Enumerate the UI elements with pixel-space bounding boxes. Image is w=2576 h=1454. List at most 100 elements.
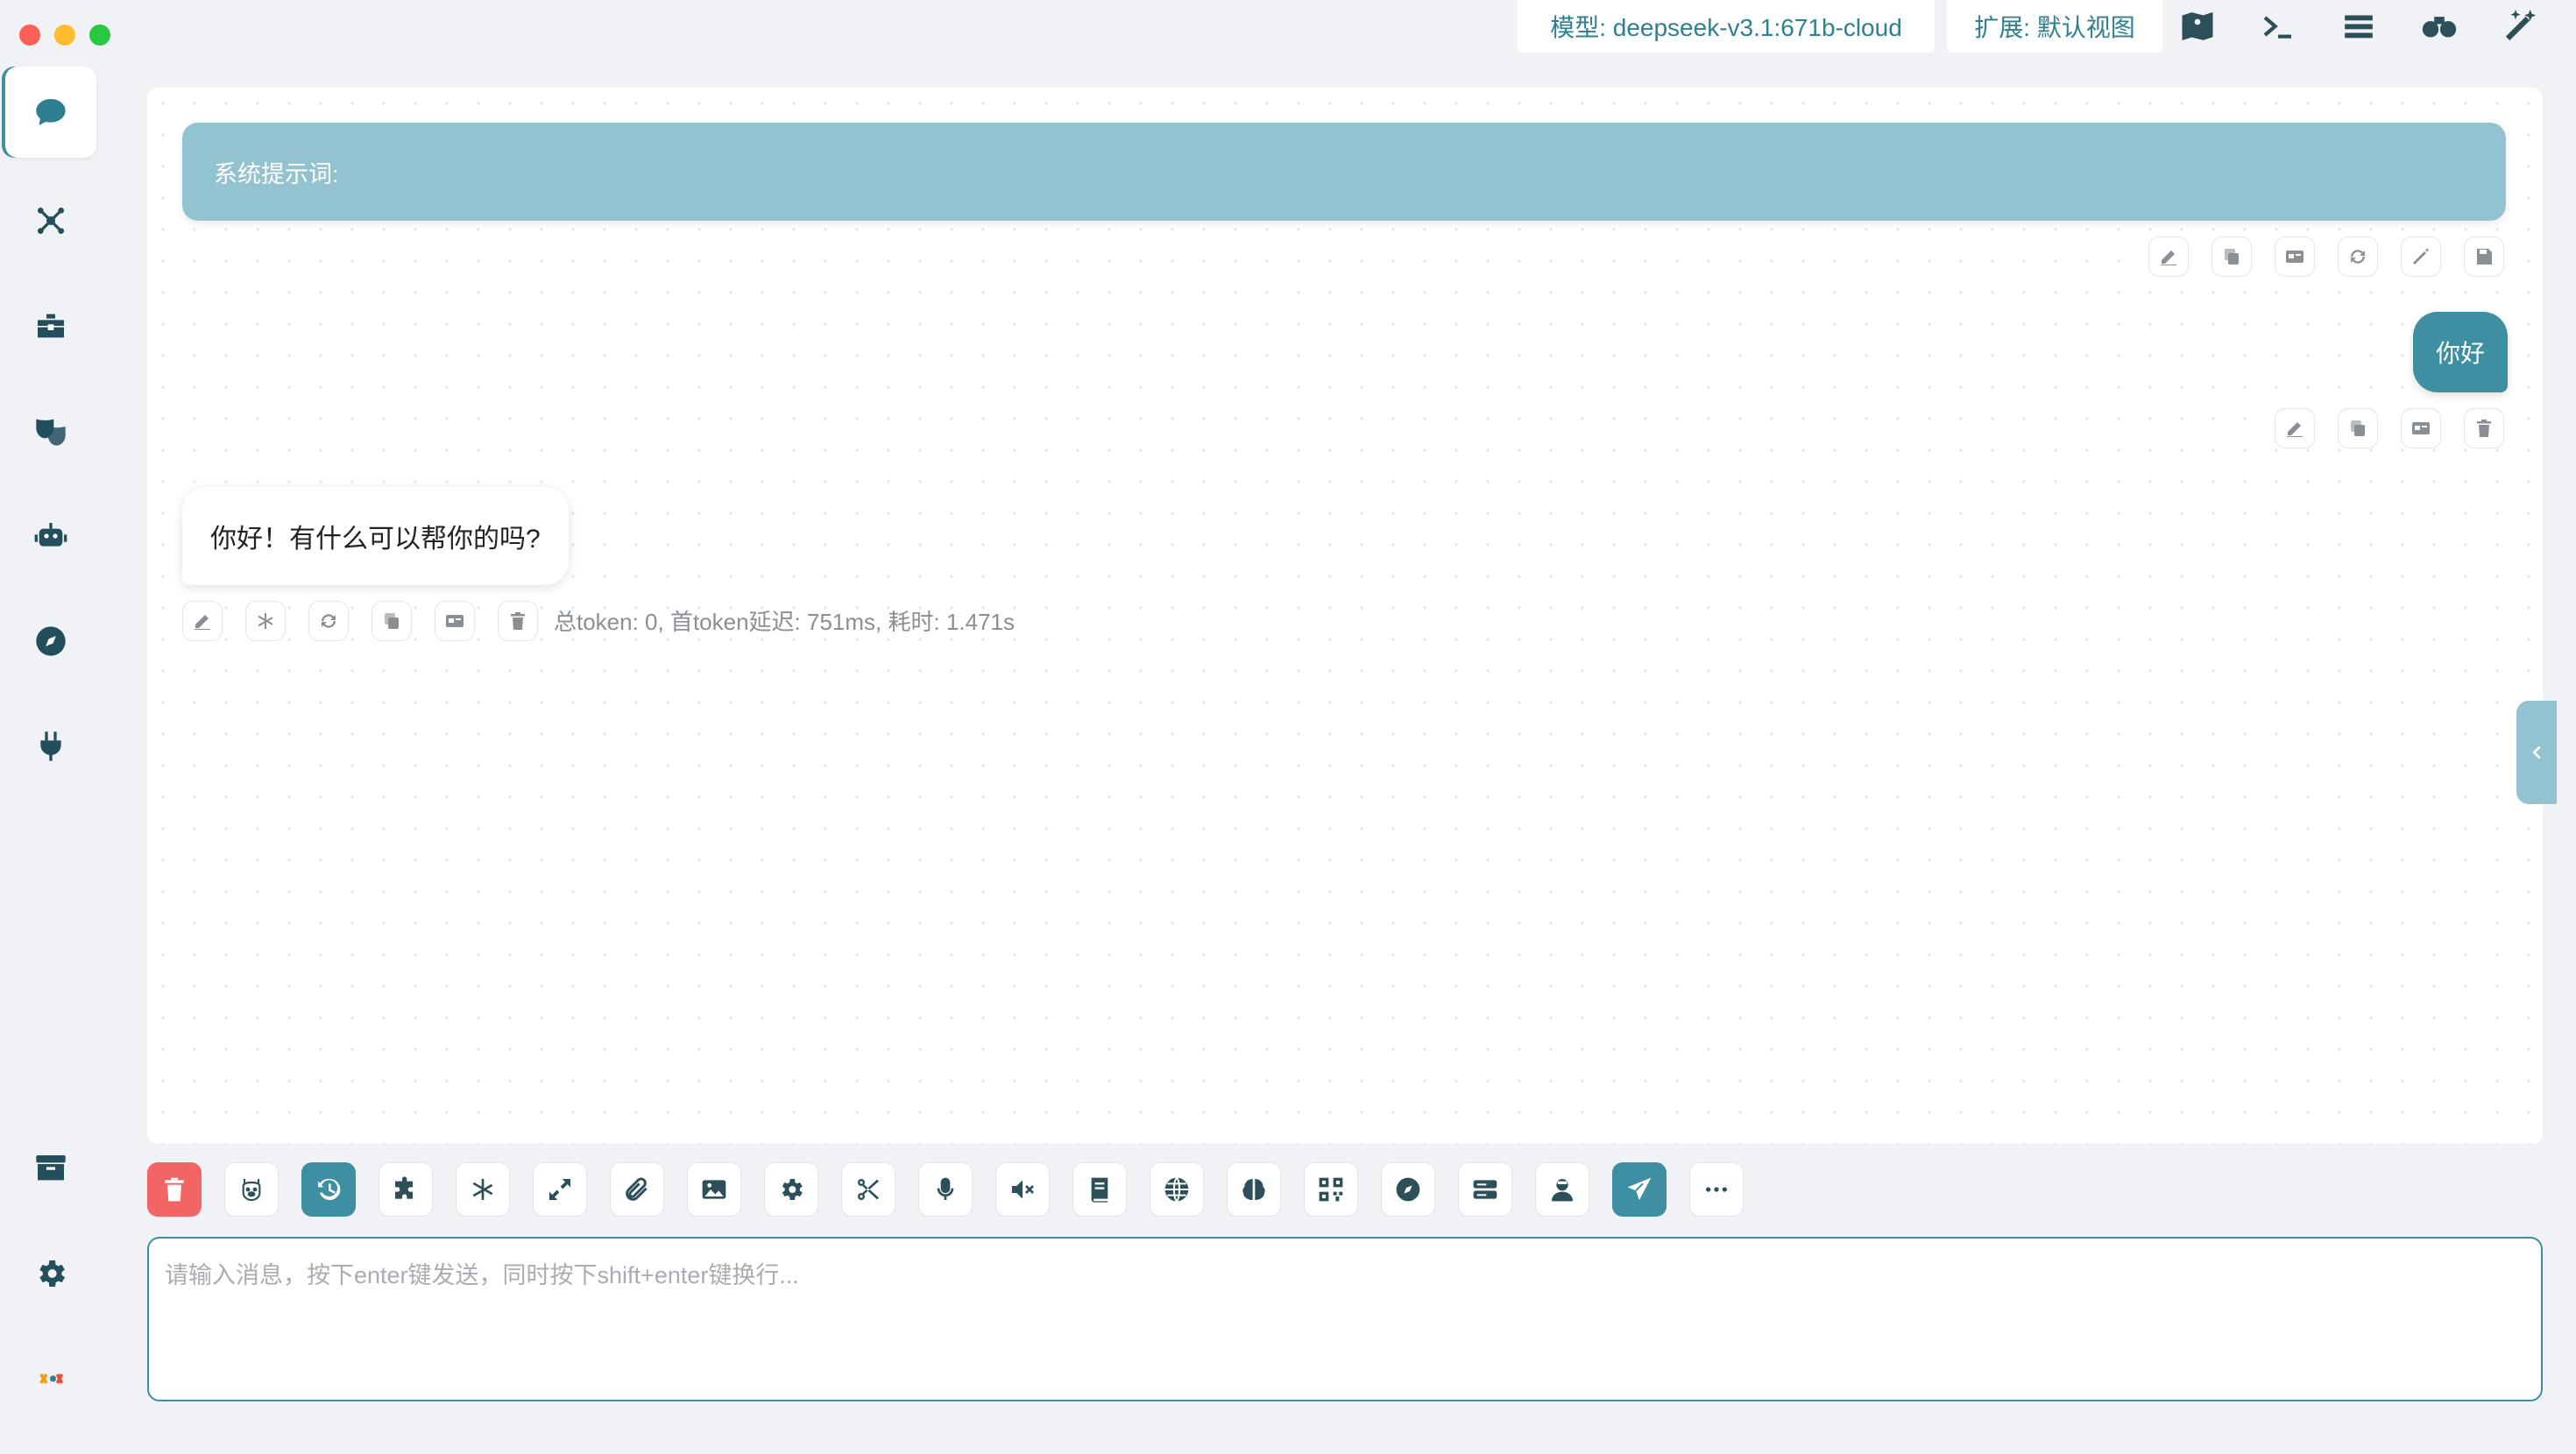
- plugins-button[interactable]: [379, 1162, 433, 1217]
- settings-button[interactable]: [764, 1162, 818, 1217]
- expand-button[interactable]: [533, 1162, 587, 1217]
- image-icon: [702, 1180, 726, 1199]
- sidebar-item-masks[interactable]: [5, 385, 96, 476]
- glasses-button[interactable]: [2418, 5, 2460, 47]
- assistant-message-regenerate-button[interactable]: [308, 601, 349, 641]
- sidebar-item-network[interactable]: [5, 175, 96, 266]
- server-icon: [1473, 1180, 1497, 1199]
- magic-wand-icon: [2413, 248, 2430, 265]
- sidebar-item-plugins[interactable]: [5, 701, 96, 792]
- user-message-copy-button[interactable]: [2338, 408, 2378, 448]
- paperclip-icon: [626, 1177, 648, 1201]
- settings-icon: [782, 1179, 803, 1200]
- asterisk-icon: [472, 1179, 493, 1200]
- sidebar-item-robot[interactable]: [5, 491, 96, 582]
- refresh-icon: [2351, 250, 2365, 264]
- maximize-window-button[interactable]: [89, 25, 110, 46]
- id-card-icon: [2286, 251, 2304, 263]
- compass-icon: [36, 626, 66, 656]
- robot-icon: [34, 523, 67, 547]
- assistant-message-copy-button[interactable]: [372, 601, 412, 641]
- explore-button[interactable]: [1381, 1162, 1435, 1217]
- trash-icon: [165, 1177, 184, 1202]
- knowledge-button[interactable]: [1072, 1162, 1127, 1217]
- scissors-button[interactable]: [841, 1162, 895, 1217]
- extension-selector[interactable]: 扩展: 默认视图: [1947, 0, 2162, 53]
- map-button[interactable]: [2176, 5, 2219, 47]
- edit-icon: [2161, 251, 2176, 265]
- terminal-button[interactable]: [2257, 5, 2299, 47]
- assistant-message-asterisk-button[interactable]: [245, 601, 286, 641]
- user-message-edit-button[interactable]: [2275, 408, 2315, 448]
- user-message-delete-button[interactable]: [2464, 408, 2504, 448]
- chat-icon: [36, 99, 66, 125]
- history-icon: [318, 1178, 341, 1200]
- system-prompt-edit-button[interactable]: [2148, 236, 2189, 277]
- chevron-left-icon: [2532, 745, 2541, 759]
- close-window-button[interactable]: [19, 25, 40, 46]
- system-prompt-save-button[interactable]: [2464, 236, 2504, 277]
- reasoning-button[interactable]: [1227, 1162, 1281, 1217]
- send-icon: [1627, 1177, 1652, 1200]
- compass-icon: [1396, 1177, 1420, 1202]
- terminal-icon: [2263, 16, 2291, 39]
- app-logo: [5, 1333, 96, 1424]
- scissors-icon: [858, 1179, 879, 1200]
- minimize-window-button[interactable]: [54, 25, 75, 46]
- gear-icon: [39, 1260, 65, 1287]
- user-message-card-button[interactable]: [2401, 408, 2441, 448]
- toolbox-icon: [38, 314, 64, 338]
- model-provider-button[interactable]: [224, 1162, 279, 1217]
- assistant-message-edit-button[interactable]: [182, 601, 223, 641]
- sidebar-item-archive[interactable]: [5, 1123, 96, 1214]
- trash-icon: [2477, 420, 2491, 437]
- mute-button[interactable]: [995, 1162, 1050, 1217]
- more-icon: [1706, 1187, 1727, 1192]
- assistant-message-card-button[interactable]: [435, 601, 475, 641]
- voice-input-button[interactable]: [918, 1162, 973, 1217]
- archive-icon: [36, 1155, 66, 1181]
- system-prompt-copy-button[interactable]: [2212, 236, 2252, 277]
- user-icon: [1552, 1179, 1573, 1202]
- system-prompt-refresh-button[interactable]: [2338, 236, 2378, 277]
- masks-icon: [36, 419, 66, 446]
- window-controls: [19, 25, 110, 46]
- edit-icon: [195, 615, 210, 630]
- asterisk-icon: [258, 613, 273, 629]
- image-button[interactable]: [687, 1162, 741, 1217]
- agent-button[interactable]: [1535, 1162, 1589, 1217]
- sidebar-item-settings[interactable]: [5, 1228, 96, 1319]
- attach-file-button[interactable]: [610, 1162, 664, 1217]
- clear-chat-button[interactable]: [147, 1162, 202, 1217]
- history-button[interactable]: [301, 1162, 356, 1217]
- plug-icon: [40, 731, 61, 761]
- magic-wand-button[interactable]: [2499, 5, 2541, 47]
- network-icon: [38, 208, 64, 234]
- assistant-message-delete-button[interactable]: [498, 601, 538, 641]
- system-prompt-magic-button[interactable]: [2401, 236, 2441, 277]
- side-panel-toggle[interactable]: [2516, 701, 2557, 804]
- user-message: 你好: [2412, 312, 2508, 392]
- web-search-button[interactable]: [1150, 1162, 1204, 1217]
- expand-icon: [549, 1179, 570, 1200]
- sidebar-item-chat[interactable]: [5, 67, 96, 158]
- menu-button[interactable]: [2338, 5, 2380, 47]
- system-prompt[interactable]: 系统提示词:: [182, 123, 2506, 221]
- trash-icon: [511, 612, 525, 630]
- more-button[interactable]: [1689, 1162, 1744, 1217]
- mute-icon: [1012, 1180, 1034, 1199]
- qr-button[interactable]: [1304, 1162, 1358, 1217]
- model-selector[interactable]: 模型: deepseek-v3.1:671b-cloud: [1518, 0, 1935, 53]
- send-button[interactable]: [1612, 1162, 1667, 1217]
- glasses-icon: [2422, 17, 2457, 38]
- server-button[interactable]: [1458, 1162, 1512, 1217]
- message-input[interactable]: [147, 1237, 2543, 1401]
- sidebar-item-toolbox[interactable]: [5, 280, 96, 371]
- system-prompt-card-button[interactable]: [2275, 236, 2315, 277]
- asterisk-button[interactable]: [456, 1162, 510, 1217]
- sidebar-item-compass[interactable]: [5, 596, 96, 687]
- copy-icon: [2225, 249, 2239, 265]
- copy-icon: [2351, 420, 2365, 436]
- qr-icon: [1319, 1177, 1343, 1202]
- assistant-message: 你好！有什么可以帮你的吗?: [182, 487, 569, 585]
